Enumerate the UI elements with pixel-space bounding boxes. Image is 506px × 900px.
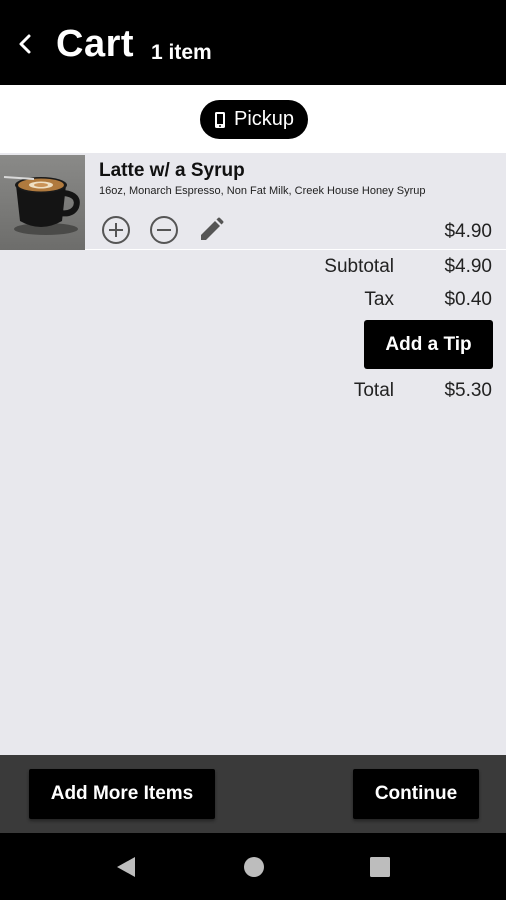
item-thumbnail <box>0 155 85 250</box>
nav-recents-button[interactable] <box>366 853 394 881</box>
triangle-back-icon <box>117 857 135 877</box>
add-tip-button[interactable]: Add a Tip <box>364 320 493 369</box>
decrease-quantity-button[interactable] <box>149 215 179 245</box>
edit-item-button[interactable] <box>196 215 226 245</box>
nav-home-button[interactable] <box>240 853 268 881</box>
tax-label: Tax <box>364 289 394 310</box>
cart-item <box>0 155 506 250</box>
continue-button[interactable]: Continue <box>353 769 479 819</box>
circle-home-icon <box>244 857 264 877</box>
subtotal-label: Subtotal <box>324 256 394 277</box>
pickup-toggle[interactable]: Pickup <box>200 100 308 139</box>
back-arrow-icon <box>19 34 31 54</box>
app-header: Cart 1 item <box>0 0 506 85</box>
plus-circle-icon <box>102 216 130 244</box>
system-nav-bar <box>0 833 506 900</box>
increase-quantity-button[interactable] <box>101 215 131 245</box>
pickup-label: Pickup <box>233 108 295 130</box>
add-more-items-button[interactable]: Add More Items <box>29 769 215 819</box>
subtotal-value: $4.90 <box>444 256 492 277</box>
back-button[interactable] <box>10 26 40 62</box>
phone-icon <box>214 111 225 128</box>
order-type-bar: Pickup <box>0 85 506 153</box>
square-recents-icon <box>370 857 390 877</box>
item-description: 16oz, Monarch Espresso, Non Fat Milk, Cr… <box>99 185 426 197</box>
total-value: $5.30 <box>444 380 492 401</box>
nav-back-button[interactable] <box>112 853 140 881</box>
page-title: Cart <box>56 23 135 65</box>
total-label: Total <box>353 380 394 401</box>
action-bar: Add More Items Continue <box>0 755 506 833</box>
item-price: $4.90 <box>444 221 492 242</box>
item-count: 1 item <box>151 41 212 64</box>
pencil-icon <box>201 217 224 240</box>
tax-value: $0.40 <box>444 289 492 310</box>
minus-circle-icon <box>150 216 178 244</box>
item-name: Latte w/ a Syrup <box>99 160 245 181</box>
